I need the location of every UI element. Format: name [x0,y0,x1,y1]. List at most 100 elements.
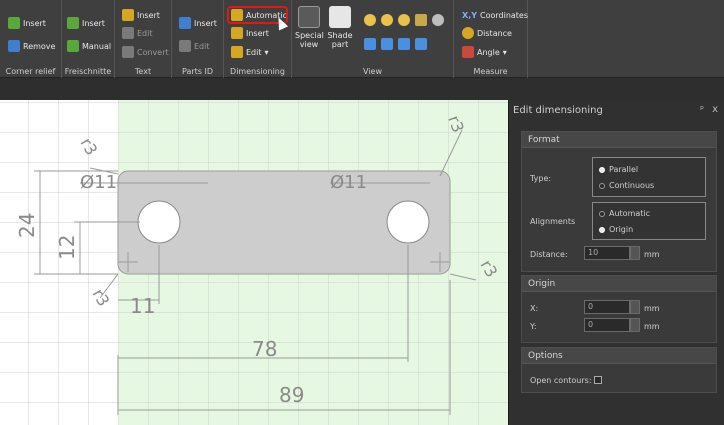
origin-x-label: X: [530,304,539,313]
dimension-edit-icon [231,46,243,58]
options-section: Options Open contours: [521,347,717,393]
pan-left-icon[interactable] [364,38,376,50]
distance-input[interactable]: 10 [584,246,630,260]
dim-edge-offset: 11 [130,294,155,318]
angle-icon [462,46,474,58]
edit-dimensioning-panel: Edit dimensioning ᵖ x Format Type: Paral… [508,100,724,425]
dim-hole-dia-right: Ø11 [330,172,367,193]
type-continuous-label: Continuous [609,181,655,190]
open-contours-checkbox[interactable] [594,376,602,384]
alignment-option-group: Automatic Origin [592,202,706,240]
measure-angle-label: Angle [477,47,500,57]
parts-id-edit-button[interactable]: Edit [179,39,210,53]
freischnitte-insert-button[interactable]: Insert [67,16,105,30]
zoom-fit-icon[interactable] [415,14,427,26]
parts-id-insert-label: Insert [194,18,217,28]
dimensioning-insert-button[interactable]: Insert [231,26,269,40]
panel-title: Edit dimensioning [513,105,603,116]
parts-id-insert-button[interactable]: Insert [179,16,217,30]
group-label-view: View [363,67,382,76]
shade-part-icon [329,6,351,28]
ribbon: Insert Remove Corner relief Insert Manua… [0,0,724,78]
origin-x-spinner[interactable] [630,300,640,314]
xy-coordinates-icon: X,Y [462,10,477,20]
origin-section: Origin X: 0 mm Y: 0 mm [521,275,717,343]
type-label: Type: [530,174,552,183]
dimensioning-edit-label: Edit [246,47,262,57]
group-label-text: Text [134,67,152,76]
special-view-label: Special view [295,31,324,49]
align-automatic-radio[interactable]: Automatic [599,209,650,218]
group-freischnitte: Insert Manual Freischnitte [62,0,115,78]
group-view: Special view Shade part View [292,0,454,78]
dimensioning-edit-button[interactable]: Edit ▾ [231,45,269,59]
dim-width-total: 89 [279,383,304,407]
chevron-down-icon: ▾ [264,47,269,57]
zoom-previous-icon[interactable] [432,14,444,26]
parts-id-edit-label: Edit [194,41,210,51]
origin-y-spinner[interactable] [630,318,640,332]
text-convert-button[interactable]: Convert [122,45,169,59]
type-option-group: Parallel Continuous [592,157,706,197]
type-continuous-radio[interactable]: Continuous [599,181,654,190]
chevron-down-icon: ▾ [502,47,507,57]
text-insert-icon [122,9,134,21]
text-edit-icon [122,27,134,39]
type-parallel-label: Parallel [609,165,639,174]
distance-spinner[interactable] [630,246,640,260]
format-section: Format Type: Parallel Continuous Alignme… [521,131,717,272]
radio-dot-selected [599,226,605,233]
corner-relief-insert-label: Insert [23,18,46,28]
corner-relief-insert-button[interactable]: Insert [8,16,46,30]
align-origin-label: Origin [609,225,634,234]
align-origin-radio[interactable]: Origin [599,225,633,234]
part-drawing: 89 78 11 24 12 Ø11 Ø11 r3 r3 r3 r3 [0,100,508,425]
measure-distance-label: Distance [477,28,512,38]
monitor-icon [298,6,320,28]
zoom-out-icon[interactable] [381,14,393,26]
parts-id-insert-icon [179,17,191,29]
toolbar-strip [0,78,724,100]
pin-icon[interactable]: ᵖ [700,105,704,115]
group-text: Insert Edit Convert Text [115,0,172,78]
text-convert-icon [122,46,134,58]
measure-coordinates-label: Coordinates [480,10,529,20]
text-edit-label: Edit [137,28,153,38]
shade-part-button[interactable]: Shade part [326,6,354,49]
close-icon[interactable]: x [712,104,718,115]
pan-down-icon[interactable] [415,38,427,50]
zoom-in-icon[interactable] [364,14,376,26]
distance-icon [462,27,474,39]
measure-coordinates-button[interactable]: X,Y Coordinates [462,8,528,22]
pan-right-icon[interactable] [398,38,410,50]
options-header[interactable]: Options [522,348,716,364]
shade-part-label: Shade part [327,31,353,49]
group-parts-id: Insert Edit Parts ID [172,0,224,78]
measure-angle-button[interactable]: Angle ▾ [462,45,507,59]
origin-y-input[interactable]: 0 [584,318,630,332]
origin-x-input[interactable]: 0 [584,300,630,314]
format-header[interactable]: Format [522,132,716,148]
corner-relief-remove-button[interactable]: Remove [8,39,55,53]
pan-up-icon[interactable] [381,38,393,50]
radio-dot [599,210,605,217]
radio-dot [599,182,605,189]
group-measure: X,Y Coordinates Distance Angle ▾ Measure [454,0,528,78]
group-label-measure: Measure [473,67,508,76]
group-label-parts-id: Parts ID [181,67,214,76]
dim-hole-spacing: 78 [252,337,277,361]
text-insert-button[interactable]: Insert [122,8,160,22]
measure-distance-button[interactable]: Distance [462,26,512,40]
origin-header[interactable]: Origin [522,276,716,292]
freischnitte-manual-button[interactable]: Manual [67,39,111,53]
special-view-button[interactable]: Special view [295,6,324,49]
radio-dot-selected [599,166,605,173]
distance-unit: mm [644,250,660,259]
type-parallel-radio[interactable]: Parallel [599,165,638,174]
zoom-window-icon[interactable] [398,14,410,26]
dim-hole-center: 12 [55,235,79,260]
text-edit-button[interactable]: Edit [122,26,153,40]
freischnitte-insert-icon [67,17,79,29]
drawing-canvas[interactable]: 89 78 11 24 12 Ø11 Ø11 r3 r3 r3 r3 [0,100,508,425]
freischnitte-manual-icon [67,40,79,52]
